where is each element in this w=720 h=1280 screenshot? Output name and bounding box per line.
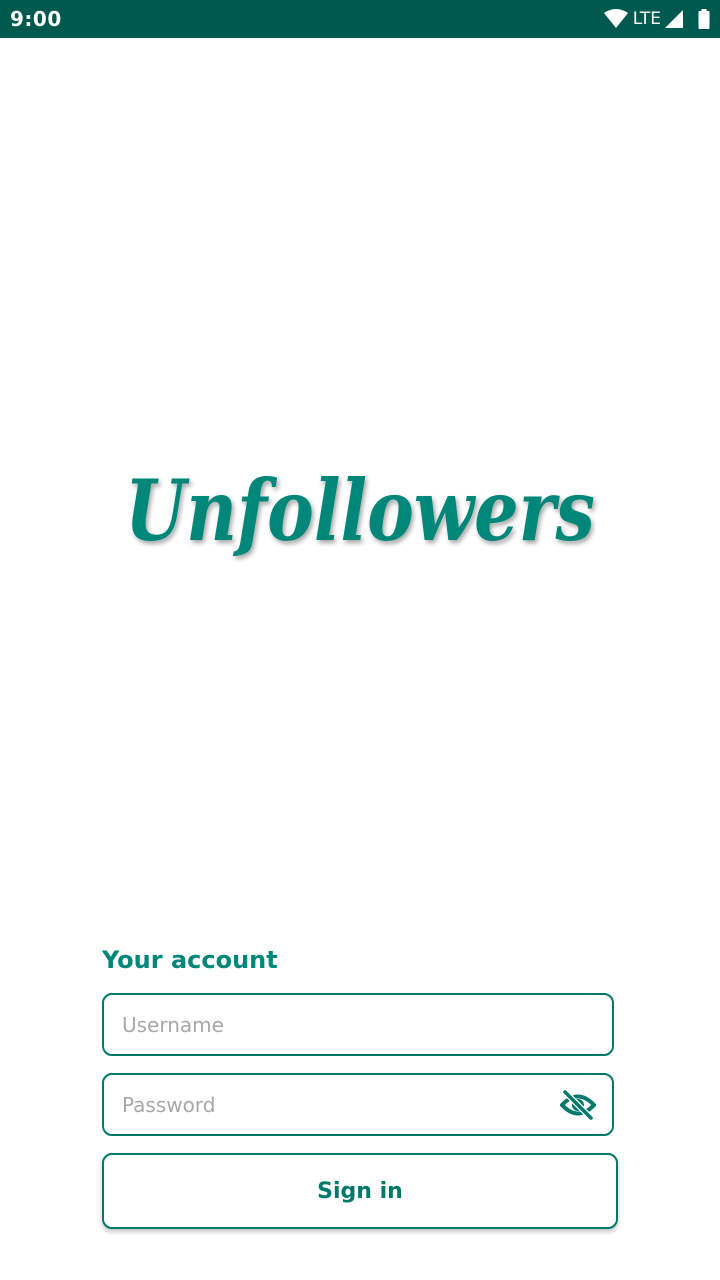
app-logo: Unfollowers bbox=[110, 440, 610, 600]
cellular-signal-icon bbox=[664, 9, 684, 29]
your-account-heading: Your account bbox=[102, 946, 278, 974]
logo-wordmark: Unfollowers bbox=[125, 461, 595, 560]
wifi-icon bbox=[603, 9, 629, 29]
eye-off-icon[interactable] bbox=[560, 1088, 596, 1122]
status-time: 9:00 bbox=[10, 7, 62, 31]
password-input[interactable] bbox=[122, 1075, 542, 1134]
sign-in-label: Sign in bbox=[317, 1178, 403, 1204]
status-icons: LTE bbox=[603, 8, 710, 30]
battery-icon bbox=[698, 9, 710, 29]
username-field bbox=[102, 993, 614, 1056]
sign-in-button[interactable]: Sign in bbox=[102, 1153, 618, 1229]
username-input[interactable] bbox=[122, 995, 542, 1054]
network-type-label: LTE bbox=[632, 9, 661, 29]
password-field bbox=[102, 1073, 614, 1136]
status-bar: 9:00 LTE bbox=[0, 0, 720, 38]
